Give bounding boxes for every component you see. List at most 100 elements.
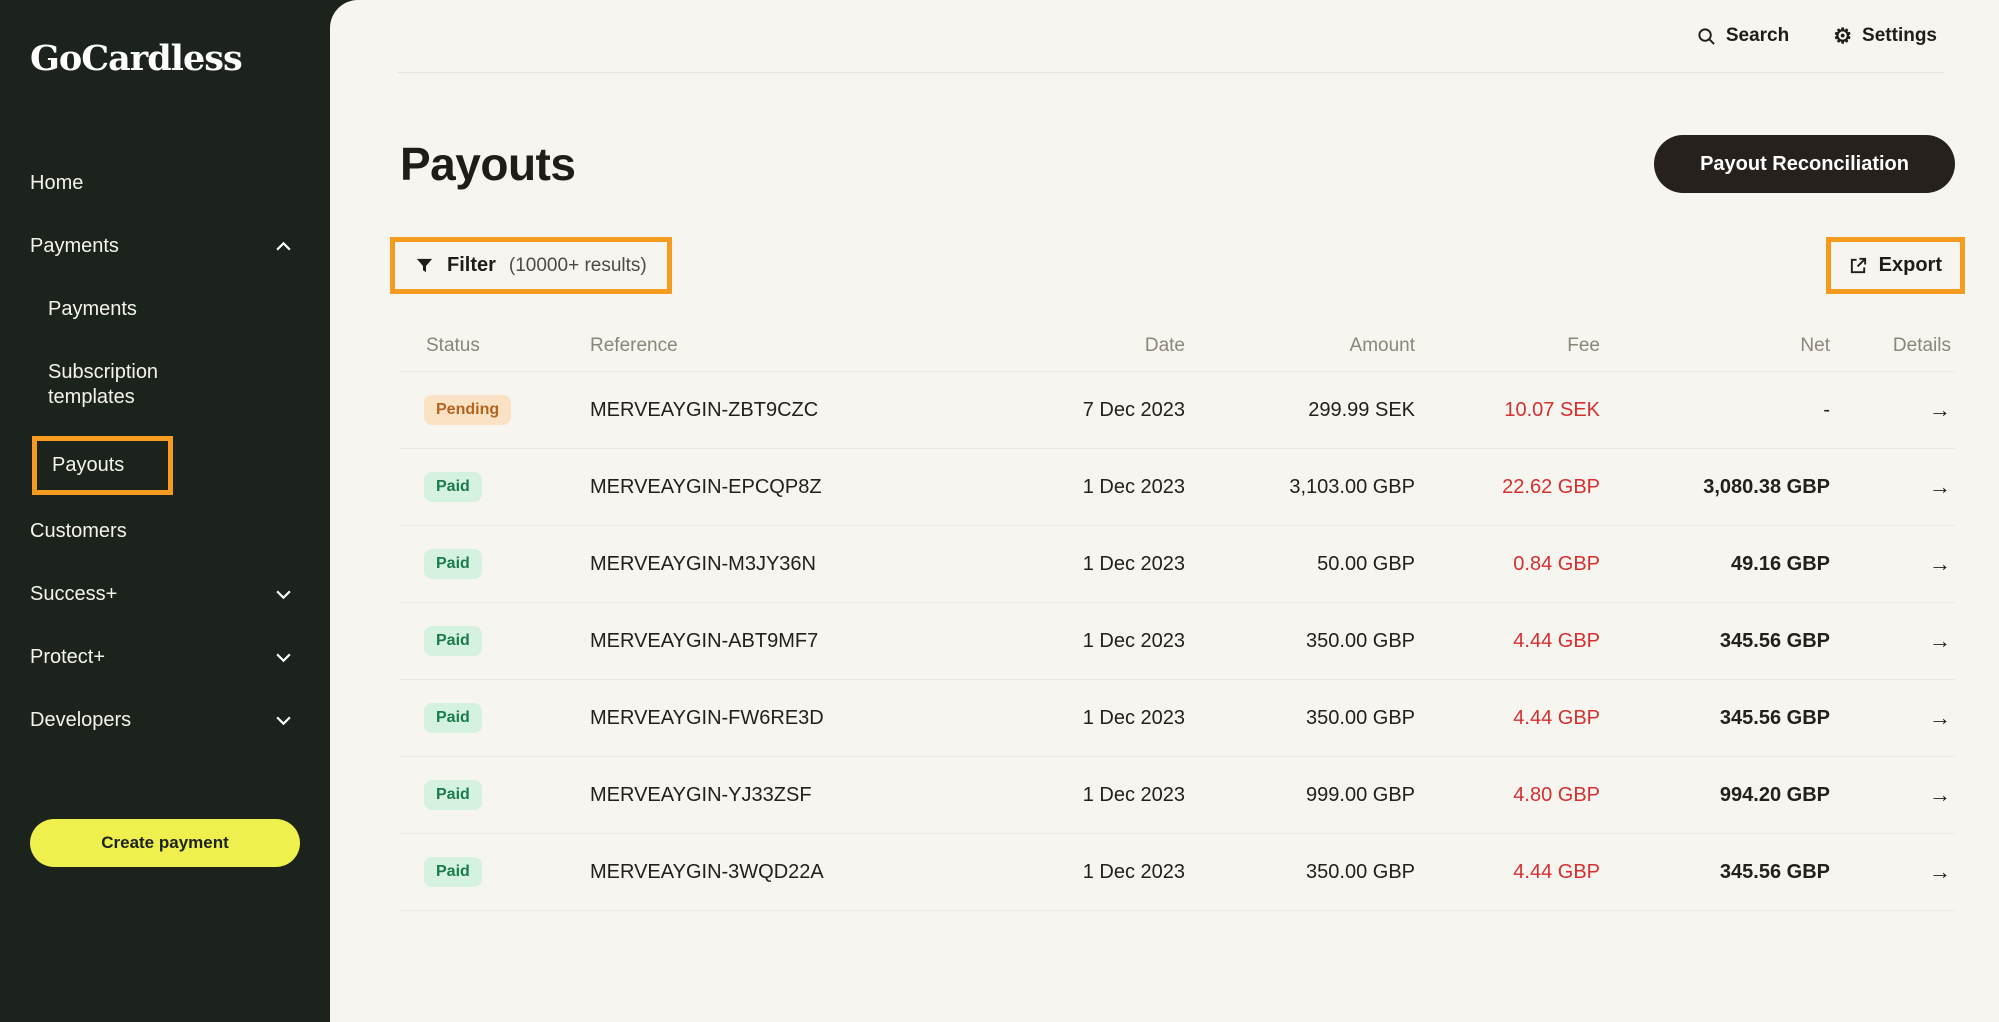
payout-net: 345.56 GBP [1600, 861, 1830, 884]
column-header-reference: Reference [590, 335, 995, 357]
sidebar-item-label: Home [30, 171, 83, 196]
gocardless-logo: GoCardless [30, 38, 300, 79]
table-row[interactable]: Paid MERVEAYGIN-FW6RE3D 1 Dec 2023 350.0… [400, 680, 1955, 757]
details-arrow-icon[interactable]: → [1929, 628, 1951, 654]
chevron-up-icon [275, 238, 292, 255]
payout-net: 3,080.38 GBP [1600, 476, 1830, 499]
payout-amount: 350.00 GBP [1185, 630, 1415, 653]
details-arrow-icon[interactable]: → [1929, 782, 1951, 808]
sidebar-item-payouts[interactable]: Payouts [30, 436, 300, 495]
details-arrow-icon[interactable]: → [1929, 397, 1951, 423]
sidebar-item-label: Developers [30, 708, 131, 733]
payout-date: 1 Dec 2023 [995, 861, 1185, 884]
payout-date: 7 Dec 2023 [995, 399, 1185, 422]
payout-amount: 299.99 SEK [1185, 399, 1415, 422]
payout-date: 1 Dec 2023 [995, 630, 1185, 653]
gear-icon: ⚙ [1833, 26, 1852, 47]
page-header: Payouts Payout Reconciliation [330, 135, 1999, 193]
payout-fee: 0.84 GBP [1415, 553, 1600, 576]
payout-fee: 22.62 GBP [1415, 476, 1600, 499]
payout-reference: MERVEAYGIN-FW6RE3D [590, 707, 995, 730]
sidebar-item-label: Protect+ [30, 645, 105, 670]
payout-amount: 50.00 GBP [1185, 553, 1415, 576]
filter-row: Filter (10000+ results) Export [330, 237, 1999, 294]
column-header-net: Net [1600, 335, 1830, 357]
column-header-date: Date [995, 335, 1185, 357]
create-payment-button[interactable]: Create payment [30, 819, 300, 867]
payout-reconciliation-button[interactable]: Payout Reconciliation [1654, 135, 1955, 193]
chevron-down-icon [275, 586, 292, 603]
table-row[interactable]: Pending MERVEAYGIN-ZBT9CZC 7 Dec 2023 29… [400, 372, 1955, 449]
chevron-down-icon [275, 712, 292, 729]
table-row[interactable]: Paid MERVEAYGIN-3WQD22A 1 Dec 2023 350.0… [400, 834, 1955, 911]
payout-net: 345.56 GBP [1600, 630, 1830, 653]
table-row[interactable]: Paid MERVEAYGIN-ABT9MF7 1 Dec 2023 350.0… [400, 603, 1955, 680]
payouts-table: Status Reference Date Amount Fee Net Det… [400, 320, 1955, 911]
payout-net: 49.16 GBP [1600, 553, 1830, 576]
page-title: Payouts [400, 137, 575, 191]
filter-label: Filter [447, 254, 496, 277]
column-header-fee: Fee [1415, 335, 1600, 357]
status-badge: Paid [424, 626, 482, 655]
details-arrow-icon[interactable]: → [1929, 551, 1951, 577]
settings-label: Settings [1862, 25, 1937, 47]
export-icon [1849, 256, 1868, 275]
settings-button[interactable]: ⚙ Settings [1833, 25, 1937, 47]
main-content: Search ⚙ Settings Payouts Payout Reconci… [330, 0, 1999, 1022]
chevron-down-icon [275, 649, 292, 666]
sidebar-item-success-plus[interactable]: Success+ [30, 582, 300, 607]
payout-fee: 4.44 GBP [1415, 630, 1600, 653]
search-icon [1697, 27, 1716, 46]
sidebar-item-protect-plus[interactable]: Protect+ [30, 645, 300, 670]
payout-reference: MERVEAYGIN-YJ33ZSF [590, 784, 995, 807]
payout-date: 1 Dec 2023 [995, 784, 1185, 807]
sidebar-item-developers[interactable]: Developers [30, 708, 300, 733]
status-badge: Paid [424, 472, 482, 501]
table-row[interactable]: Paid MERVEAYGIN-EPCQP8Z 1 Dec 2023 3,103… [400, 449, 1955, 526]
sidebar-item-label: Subscription templates [48, 360, 208, 410]
filter-results-count: (10000+ results) [509, 255, 647, 277]
details-arrow-icon[interactable]: → [1929, 859, 1951, 885]
filter-button[interactable]: Filter (10000+ results) [390, 237, 672, 294]
export-button[interactable]: Export [1826, 237, 1965, 294]
payout-amount: 999.00 GBP [1185, 784, 1415, 807]
sidebar-item-label: Customers [30, 519, 127, 544]
search-button[interactable]: Search [1697, 25, 1789, 47]
column-header-status: Status [400, 335, 590, 357]
table-row[interactable]: Paid MERVEAYGIN-M3JY36N 1 Dec 2023 50.00… [400, 526, 1955, 603]
export-label: Export [1879, 254, 1942, 277]
details-arrow-icon[interactable]: → [1929, 705, 1951, 731]
payout-date: 1 Dec 2023 [995, 707, 1185, 730]
sidebar-item-customers[interactable]: Customers [30, 519, 300, 544]
sidebar-item-label: Payouts [52, 454, 124, 476]
payout-date: 1 Dec 2023 [995, 476, 1185, 499]
topbar-divider [398, 72, 1944, 73]
sidebar-item-payments[interactable]: Payments [30, 234, 300, 259]
column-header-amount: Amount [1185, 335, 1415, 357]
payout-net: 994.20 GBP [1600, 784, 1830, 807]
sidebar-nav: Home Payments Payments Subscription temp… [30, 171, 300, 771]
payout-fee: 10.07 SEK [1415, 399, 1600, 422]
payout-date: 1 Dec 2023 [995, 553, 1185, 576]
status-badge: Paid [424, 780, 482, 809]
payout-amount: 350.00 GBP [1185, 861, 1415, 884]
payout-reference: MERVEAYGIN-3WQD22A [590, 861, 995, 884]
sidebar-item-subscription-templates[interactable]: Subscription templates [30, 360, 300, 410]
sidebar-item-home[interactable]: Home [30, 171, 300, 196]
payout-reference: MERVEAYGIN-M3JY36N [590, 553, 995, 576]
payout-rows: Pending MERVEAYGIN-ZBT9CZC 7 Dec 2023 29… [400, 372, 1955, 911]
payout-amount: 3,103.00 GBP [1185, 476, 1415, 499]
payout-fee: 4.80 GBP [1415, 784, 1600, 807]
sidebar-item-label: Payments [48, 297, 137, 322]
sidebar-item-payments-sub[interactable]: Payments [30, 297, 300, 322]
sidebar-item-label: Success+ [30, 582, 117, 607]
payout-net: - [1600, 399, 1830, 422]
table-row[interactable]: Paid MERVEAYGIN-YJ33ZSF 1 Dec 2023 999.0… [400, 757, 1955, 834]
filter-icon [415, 256, 434, 275]
details-arrow-icon[interactable]: → [1929, 474, 1951, 500]
payout-fee: 4.44 GBP [1415, 707, 1600, 730]
topbar: Search ⚙ Settings [330, 0, 1999, 72]
search-label: Search [1726, 25, 1789, 47]
payout-reference: MERVEAYGIN-ABT9MF7 [590, 630, 995, 653]
payouts-highlight-box: Payouts [32, 436, 173, 495]
